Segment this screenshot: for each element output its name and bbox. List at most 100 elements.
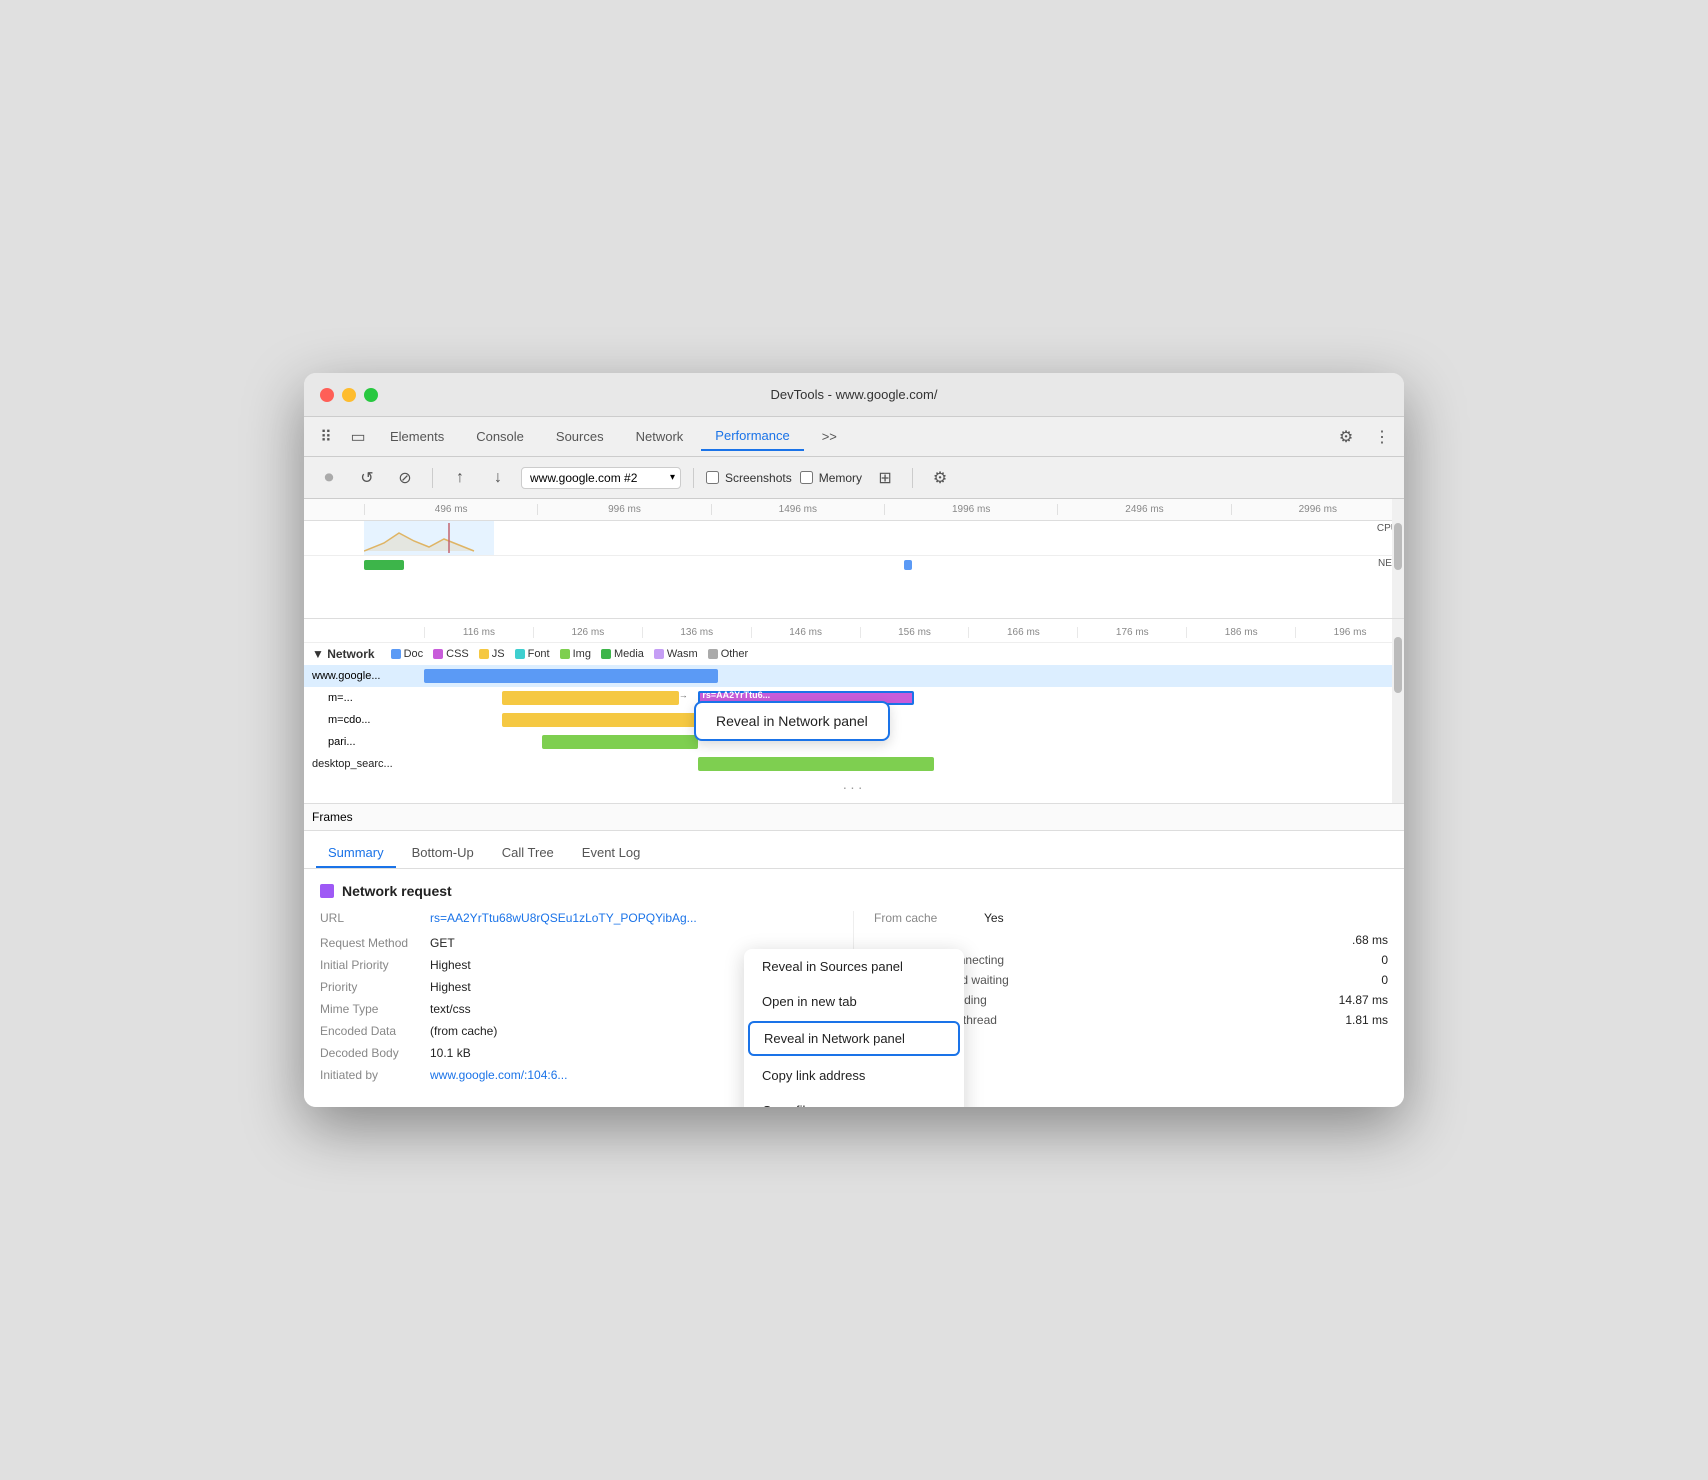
mime-value: text/css: [430, 1002, 471, 1016]
nt-bar-0: [424, 669, 718, 683]
tab-console[interactable]: Console: [462, 423, 538, 450]
nt-bar-2: [502, 713, 698, 727]
timeline-scrollbar[interactable]: [1392, 499, 1404, 618]
timeline-area: ⏸ ⏸ 496 ms 996 ms 1496 ms 1996 ms 2496 m…: [304, 499, 1404, 619]
scrollbar-thumb[interactable]: [1394, 523, 1402, 571]
net-bar-2: [904, 560, 912, 570]
ruler-mark-1: 996 ms: [537, 504, 710, 515]
legend-wasm-dot: [654, 649, 664, 659]
nt-row-4[interactable]: desktop_searc...: [304, 753, 1404, 775]
legend-js: JS: [479, 648, 505, 660]
initiated-label: Initiated by: [320, 1068, 430, 1082]
tab-event-log[interactable]: Event Log: [570, 839, 653, 868]
legend-media-label: Media: [614, 648, 644, 660]
from-cache-label: From cache: [874, 911, 984, 925]
url-value: rs=AA2YrTtu68wU8rQSEu1zLoTY_POPQYibAg...: [430, 911, 697, 928]
url-selector[interactable]: www.google.com #2: [521, 467, 681, 489]
legend-css-dot: [433, 649, 443, 659]
tab-sources[interactable]: Sources: [542, 423, 618, 450]
tab-elements[interactable]: Elements: [376, 423, 458, 450]
tab-network[interactable]: Network: [622, 423, 698, 450]
initiated-link[interactable]: www.google.com/:104:6...: [430, 1068, 567, 1082]
timeline-cpu: CPU: [304, 521, 1404, 556]
minimize-button[interactable]: [342, 388, 356, 402]
encoded-label: Encoded Data: [320, 1024, 430, 1038]
legend-css-label: CSS: [446, 648, 469, 660]
initiated-value: www.google.com/:104:6...: [430, 1068, 567, 1085]
close-button[interactable]: [320, 388, 334, 402]
legend-js-label: JS: [492, 648, 505, 660]
initial-priority-label: Initial Priority: [320, 958, 430, 972]
ruler-mark-4: 2496 ms: [1057, 504, 1230, 515]
legend-other: Other: [708, 648, 749, 660]
tab-bottom-up[interactable]: Bottom-Up: [400, 839, 486, 868]
inspector-icon[interactable]: ⠿: [312, 423, 340, 451]
url-label: URL: [320, 911, 430, 925]
ruler-mark-3: 1996 ms: [884, 504, 1057, 515]
download-button[interactable]: ↓: [483, 463, 513, 493]
more-dots: ···: [304, 775, 1404, 799]
ctx-reveal-sources[interactable]: Reveal in Sources panel: [744, 949, 964, 984]
cpu-icon[interactable]: ⊞: [870, 463, 900, 493]
legend-img: Img: [560, 648, 591, 660]
from-cache-row: From cache Yes: [874, 911, 1388, 925]
section-icon: [320, 884, 334, 898]
nt-row-0[interactable]: www.google...: [304, 665, 1404, 687]
network-timeline: 116 ms 126 ms 136 ms 146 ms 156 ms 166 m…: [304, 619, 1404, 804]
record-button[interactable]: ⏺: [314, 463, 344, 493]
memory-group: Memory: [800, 471, 862, 485]
reload-button[interactable]: ↺: [352, 463, 382, 493]
nt-mark-3: 146 ms: [751, 627, 860, 638]
clear-button[interactable]: ⊘: [390, 463, 420, 493]
legend-doc: Doc: [391, 648, 424, 660]
section-title: Network request: [320, 883, 1388, 899]
legend-other-label: Other: [721, 648, 749, 660]
summary-section: Network request URL rs=AA2YrTtu68wU8rQSE…: [304, 869, 1404, 1107]
nt-scrollbar-thumb[interactable]: [1394, 637, 1402, 692]
memory-checkbox[interactable]: [800, 471, 813, 484]
tab-more[interactable]: >>: [808, 423, 851, 450]
legend-css: CSS: [433, 648, 469, 660]
perf-settings-button[interactable]: ⚙: [925, 463, 955, 493]
from-cache-value: Yes: [984, 911, 1004, 925]
nt-mark-7: 186 ms: [1186, 627, 1295, 638]
legend-media: Media: [601, 648, 644, 660]
encoded-value: (from cache): [430, 1024, 497, 1038]
method-row: Request Method GET: [320, 936, 833, 950]
more-icon[interactable]: ⋮: [1368, 423, 1396, 451]
upload-button[interactable]: ↑: [445, 463, 475, 493]
nt-scrollbar[interactable]: [1392, 619, 1404, 803]
toolbar: ⏺ ↺ ⊘ ↑ ↓ www.google.com #2 Screenshots …: [304, 457, 1404, 499]
nt-row-label-0: www.google...: [304, 670, 424, 682]
nt-row-bar-area-3: [424, 731, 1404, 753]
url-link[interactable]: rs=AA2YrTtu68wU8rQSEu1zLoTY_POPQYibAg...: [430, 911, 697, 925]
ctx-copy-link[interactable]: Copy link address: [744, 1058, 964, 1093]
method-value: GET: [430, 936, 455, 950]
nt-bar-3: [542, 735, 699, 749]
tab-summary[interactable]: Summary: [316, 839, 396, 868]
tab-call-tree[interactable]: Call Tree: [490, 839, 566, 868]
ruler-mark-2: 1496 ms: [711, 504, 884, 515]
memory-label: Memory: [819, 471, 862, 485]
tab-performance[interactable]: Performance: [701, 422, 803, 451]
ctx-copy-file[interactable]: Copy file name: [744, 1093, 964, 1107]
url-row: URL rs=AA2YrTtu68wU8rQSEu1zLoTY_POPQYibA…: [320, 911, 833, 928]
maximize-button[interactable]: [364, 388, 378, 402]
context-menu: Reveal in Sources panel Open in new tab …: [744, 949, 964, 1107]
device-icon[interactable]: ▭: [344, 423, 372, 451]
screenshots-checkbox[interactable]: [706, 471, 719, 484]
tooltip-text: Reveal in Network panel: [716, 713, 868, 729]
ctx-open-new-tab[interactable]: Open in new tab: [744, 984, 964, 1019]
nt-row-bar-area-0: [424, 665, 1404, 687]
net-bar-1: [364, 560, 404, 570]
legend-wasm: Wasm: [654, 648, 698, 660]
screenshots-group: Screenshots: [706, 471, 792, 485]
devtools-window: DevTools - www.google.com/ ⠿ ▭ Elements …: [304, 373, 1404, 1107]
screenshots-label: Screenshots: [725, 471, 792, 485]
priority-value: Highest: [430, 980, 471, 994]
tooltip-network-panel: Reveal in Network panel: [694, 701, 890, 741]
settings-icon[interactable]: ⚙: [1332, 423, 1360, 451]
duration-value: .68 ms: [1352, 933, 1388, 947]
legend-img-label: Img: [573, 648, 591, 660]
ctx-reveal-network[interactable]: Reveal in Network panel: [748, 1021, 960, 1056]
